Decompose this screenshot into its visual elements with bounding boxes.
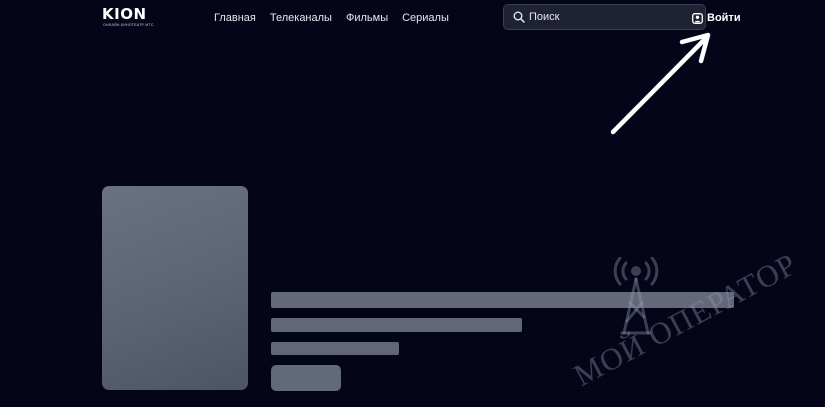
subtitle-skeleton <box>271 318 522 332</box>
logo-wordmark: KION <box>102 5 147 23</box>
nav-home[interactable]: Главная <box>214 11 256 25</box>
title-skeleton <box>271 292 734 308</box>
poster-skeleton <box>102 186 248 390</box>
user-icon <box>692 12 703 24</box>
nav-series[interactable]: Сериалы <box>402 11 449 25</box>
search-box[interactable] <box>503 4 706 30</box>
search-input[interactable] <box>529 9 699 25</box>
search-icon <box>513 11 525 23</box>
annotation-arrow <box>610 32 711 135</box>
nav-tv-channels[interactable]: Телеканалы <box>270 11 332 25</box>
logo-tagline: ОНЛАЙН-КИНОТЕАТР МТС <box>103 23 154 27</box>
kion-logo[interactable]: KION ОНЛАЙН-КИНОТЕАТР МТС <box>102 7 164 29</box>
nav-movies[interactable]: Фильмы <box>346 11 388 25</box>
main-nav: Главная Телеканалы Фильмы Сериалы <box>214 11 463 25</box>
watermark-text: МОЙ ОПЕРАТОР <box>568 246 803 393</box>
login-button[interactable]: Войти <box>692 11 741 25</box>
meta-skeleton <box>271 342 399 355</box>
login-label: Войти <box>707 12 741 24</box>
button-skeleton <box>271 365 341 391</box>
